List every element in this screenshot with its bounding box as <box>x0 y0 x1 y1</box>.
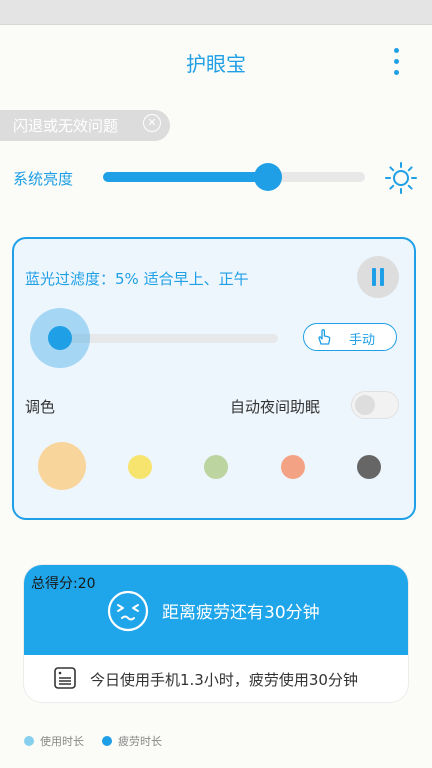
eye-score-card[interactable]: 总得分:20 距离疲劳还有30分钟 今日使用手机1.3小时，疲劳使用30分钟 <box>24 565 408 702</box>
manual-mode-button[interactable]: 手动 <box>303 323 397 351</box>
tone-label: 调色 <box>25 398 56 416</box>
total-score: 总得分:20 <box>31 576 96 592</box>
color-swatch-gray[interactable] <box>357 455 381 479</box>
page-title: 护眼宝 <box>186 52 246 76</box>
brightness-label: 系统亮度 <box>13 170 74 188</box>
score-header: 总得分:20 距离疲劳还有30分钟 <box>24 565 408 655</box>
sun-icon[interactable] <box>385 162 417 194</box>
manual-mode-label: 手动 <box>349 333 376 348</box>
legend-fatigue: 疲劳时长 <box>102 733 162 749</box>
color-swatch-orange[interactable] <box>38 442 86 490</box>
fatigue-countdown: 距离疲劳还有30分钟 <box>162 603 320 623</box>
hand-pointer-icon <box>318 329 331 345</box>
status-bar <box>0 0 432 25</box>
tired-face-icon <box>107 590 149 632</box>
usage-report-icon <box>54 667 76 689</box>
color-swatch-yellow[interactable] <box>128 455 152 479</box>
more-menu-icon[interactable] <box>384 42 408 80</box>
filter-slider[interactable] <box>62 334 278 343</box>
night-mode-toggle[interactable] <box>351 391 399 419</box>
crash-report-chip[interactable]: 闪退或无效问题 ✕ <box>0 110 170 141</box>
color-swatch-salmon[interactable] <box>281 455 305 479</box>
brightness-slider[interactable] <box>103 163 365 191</box>
filter-slider-thumb[interactable] <box>30 308 90 368</box>
crash-chip-label: 闪退或无效问题 <box>13 117 119 135</box>
toggle-knob <box>355 395 375 415</box>
legend-usage-label: 使用时长 <box>40 735 84 748</box>
brightness-fill <box>103 172 269 182</box>
color-swatch-green[interactable] <box>204 455 228 479</box>
pause-button[interactable] <box>357 256 399 298</box>
legend-fatigue-label: 疲劳时长 <box>118 735 162 748</box>
filter-level-text: 蓝光过滤度：5% 适合早上、正午 <box>25 270 249 288</box>
usage-summary: 今日使用手机1.3小时，疲劳使用30分钟 <box>90 671 358 689</box>
legend-usage-dot <box>24 736 34 746</box>
close-circle-icon[interactable]: ✕ <box>143 114 161 132</box>
brightness-thumb[interactable] <box>254 163 283 191</box>
blue-light-filter-card: 蓝光过滤度：5% 适合早上、正午 手动 调色 自动夜间助眠 <box>12 237 416 520</box>
legend-usage: 使用时长 <box>24 733 84 749</box>
legend-fatigue-dot <box>102 736 112 746</box>
night-mode-label: 自动夜间助眠 <box>230 398 321 416</box>
